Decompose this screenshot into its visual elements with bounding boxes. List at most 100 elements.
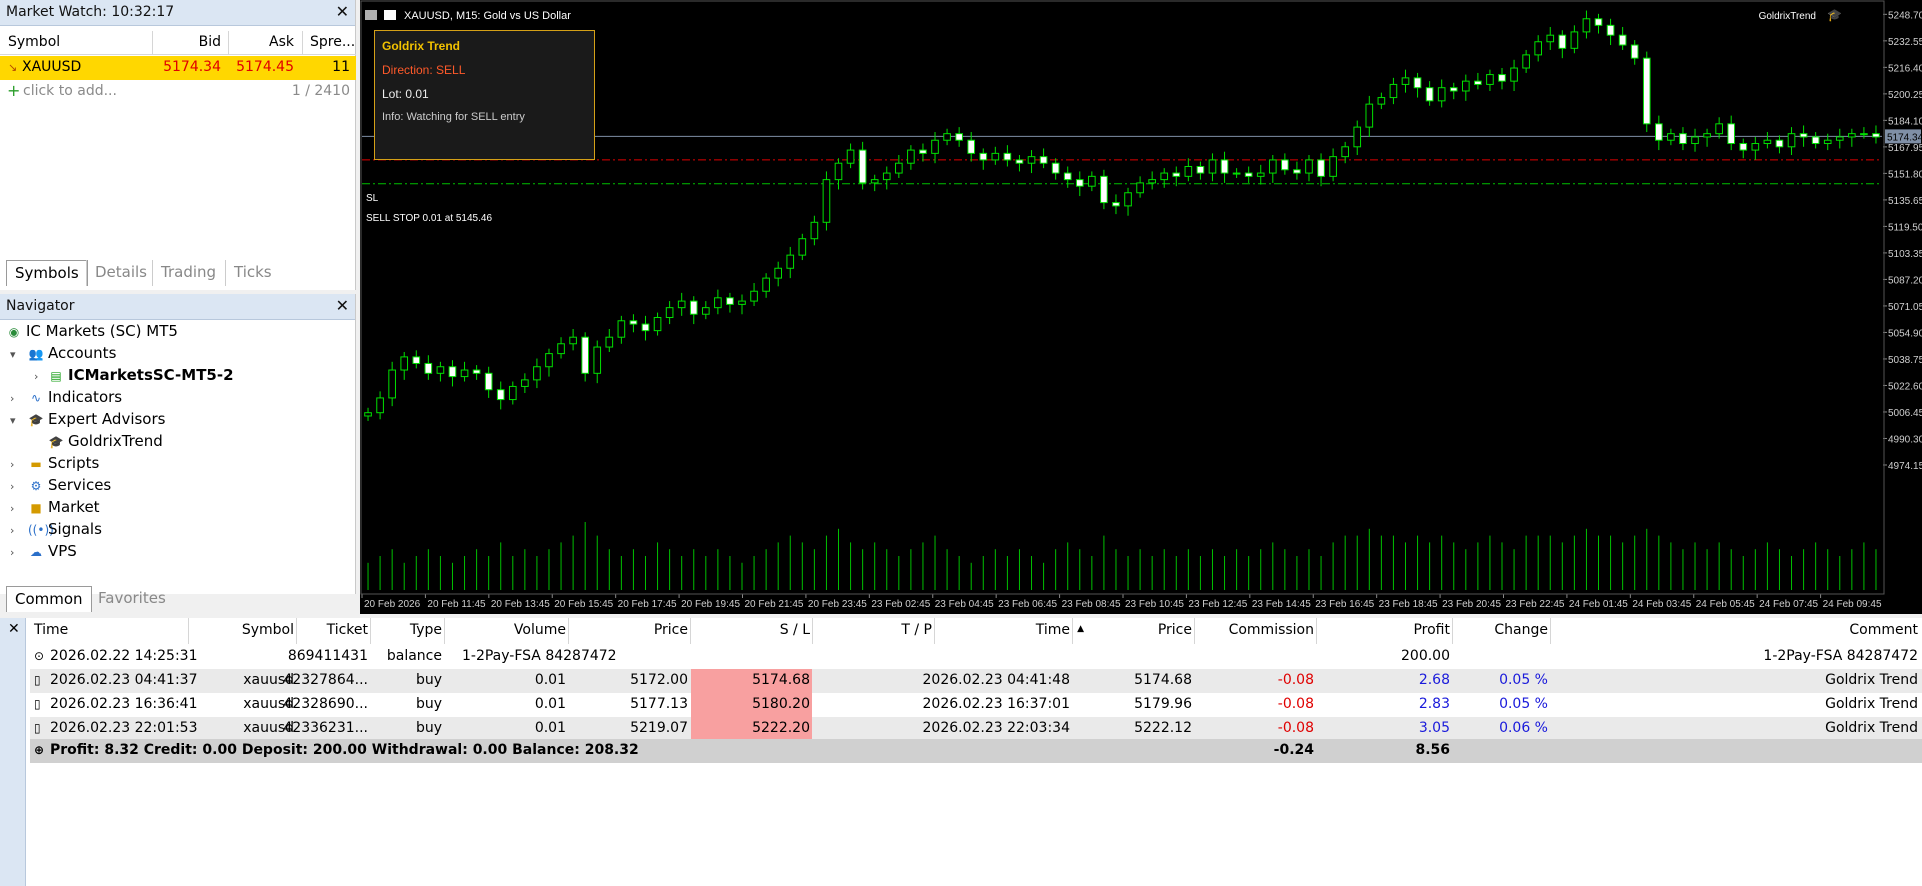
col-type[interactable]: Type (410, 622, 442, 638)
nav-item-signals[interactable]: ((•))Signals (28, 520, 102, 542)
price-tick-label: 5135.65 (1888, 196, 1922, 207)
tab-symbols[interactable]: Symbols (6, 260, 88, 286)
price-chart[interactable]: 5248.70 5232.55 5216.40 5200.25 5184.10 5167.… (360, 0, 1922, 614)
nav-item-scripts[interactable]: ▬ Scripts (28, 454, 99, 476)
col-bid[interactable]: Bid (199, 34, 221, 50)
nav-item-services[interactable]: ⚙ Services (28, 476, 112, 498)
col-price[interactable]: Price (654, 622, 688, 638)
add-symbol-row[interactable]: + click to add... 1 / 2410 (0, 80, 356, 104)
candle-bear (1558, 34, 1567, 49)
chevron-right-icon[interactable]: › (10, 458, 14, 471)
tab-ticks[interactable]: Ticks (225, 260, 280, 286)
candle-bear (424, 362, 433, 374)
candle-bull (1305, 159, 1313, 174)
chevron-right-icon[interactable]: › (10, 546, 14, 559)
chevron-right-icon[interactable]: › (34, 370, 38, 383)
deal-time: 2026.02.23 16:36:41 (50, 696, 198, 712)
deal-row[interactable]: 5180.20 ▯ 2026.02.23 16:36:41 xauusd 4232869… (30, 693, 1922, 717)
nav-item-expert-advisors[interactable]: 🎓 Expert Advisors (28, 410, 166, 432)
tab-details[interactable]: Details (86, 260, 155, 286)
close-icon[interactable]: ✕ (8, 621, 20, 637)
chevron-right-icon[interactable]: › (10, 392, 14, 405)
col-ask[interactable]: Ask (269, 34, 294, 50)
candle-bear (629, 320, 638, 325)
navigator-title: Navigator (6, 298, 75, 314)
deal-type: buy (415, 696, 442, 712)
time-tick-label: 23 Feb 08:45 (1062, 599, 1121, 610)
candle-bear (955, 133, 963, 141)
candle-bear (1039, 156, 1048, 164)
nav-item-vps[interactable]: ☁ VPS (28, 542, 77, 564)
ea-info-panel: Goldrix Trend Direction: SELL Lot: 0.01 … (374, 30, 595, 160)
chevron-right-icon[interactable]: › (10, 502, 14, 515)
candle-bull (738, 300, 746, 305)
nav-item-indicators[interactable]: ∿ Indicators (28, 388, 122, 410)
totals-summary: Profit: 8.32 Credit: 0.00 Deposit: 200.0… (50, 742, 639, 758)
col-tp[interactable]: T / P (901, 622, 932, 638)
nav-item-market[interactable]: ■ Market (28, 498, 99, 520)
deal-row[interactable]: 5222.20 ▯ 2026.02.23 22:01:53 xauusd 4233623… (30, 717, 1922, 741)
col-close-price[interactable]: Price (1158, 622, 1192, 638)
close-icon[interactable]: ✕ (336, 296, 349, 315)
deal-icon: ▯ (34, 721, 41, 735)
price-tick-label: 5119.50 (1888, 222, 1922, 233)
candle-bull (834, 162, 843, 181)
chevron-right-icon[interactable]: › (10, 524, 14, 537)
chevron-right-icon[interactable]: › (10, 480, 14, 493)
candle-bear (1281, 159, 1289, 171)
deal-change: 0.06 % (1499, 720, 1548, 736)
deal-volume: 0.01 (534, 672, 566, 688)
time-tick-label: 20 Feb 23:45 (808, 599, 867, 610)
candle-bull (1437, 87, 1446, 102)
candle-bull (943, 133, 951, 141)
deal-close-time: 2026.02.23 04:41:48 (922, 672, 1071, 688)
chart-menu-icon[interactable] (365, 10, 377, 20)
balance-row[interactable]: ⊙ 2026.02.22 14:25:31 869411431 balance … (30, 645, 1922, 669)
candle-bear (412, 356, 421, 364)
col-ticket[interactable]: Ticket (327, 622, 368, 638)
chevron-down-icon[interactable]: ▾ (10, 348, 16, 361)
nav-item-broker[interactable]: ◉ IC Markets (SC) MT5 (6, 322, 178, 344)
col-close-time[interactable]: Time (1036, 622, 1070, 638)
deal-price: 5172.00 (630, 672, 688, 688)
chevron-down-icon[interactable]: ▾ (10, 414, 16, 427)
deal-close-time: 2026.02.23 16:37:01 (922, 696, 1071, 712)
deal-sl: 5222.20 (752, 720, 810, 736)
col-time[interactable]: Time (34, 622, 68, 638)
col-spread[interactable]: Spre... (310, 34, 355, 50)
col-change[interactable]: Change (1494, 622, 1548, 638)
col-symbol[interactable]: Symbol (242, 622, 294, 638)
tab-common[interactable]: Common (6, 586, 92, 612)
col-sl[interactable]: S / L (780, 622, 810, 638)
price-tick-label: 5200.25 (1888, 90, 1922, 101)
totals-commission: -0.24 (1273, 742, 1314, 758)
col-profit[interactable]: Profit (1413, 622, 1450, 638)
candle-bull (1534, 41, 1543, 56)
candle-bull (1377, 97, 1386, 105)
price-tick-label: 5184.10 (1888, 116, 1922, 127)
close-icon[interactable]: ✕ (336, 2, 349, 21)
balance-time: 2026.02.22 14:25:31 (50, 648, 198, 664)
vps-icon: ☁ (30, 545, 42, 559)
nav-item-account-server[interactable]: ▤ ICMarketsSC-MT5-2 (48, 366, 233, 388)
col-symbol[interactable]: Symbol (8, 34, 60, 50)
tab-trading[interactable]: Trading (152, 260, 224, 286)
candle-bull (1751, 143, 1760, 151)
nav-item-accounts[interactable]: 👥 Accounts (28, 344, 117, 366)
candle-bull (1136, 182, 1144, 194)
time-tick-label: 20 Feb 19:45 (681, 599, 740, 610)
ea-info-direction: Direction: SELL (382, 63, 466, 77)
deal-row[interactable]: 5174.68 ▯ 2026.02.23 04:41:37 xauusd 4232786… (30, 669, 1922, 693)
candle-bear (1811, 136, 1820, 145)
symbol-row-xauusd[interactable]: ↘ XAUUSD 5174.34 5174.45 11 (0, 56, 356, 80)
col-comment[interactable]: Comment (1849, 622, 1918, 638)
current-price-label: 5174.34 (1887, 132, 1922, 143)
col-commission[interactable]: Commission (1229, 622, 1314, 638)
col-volume[interactable]: Volume (514, 622, 566, 638)
candle-bear (1606, 24, 1615, 36)
candle-bull (521, 379, 529, 387)
broker-icon: ◉ (8, 325, 20, 339)
nav-item-goldrixtrend[interactable]: 🎓 GoldrixTrend (48, 432, 163, 454)
tab-favorites[interactable]: Favorites (90, 586, 174, 612)
candle-bear (726, 297, 734, 305)
